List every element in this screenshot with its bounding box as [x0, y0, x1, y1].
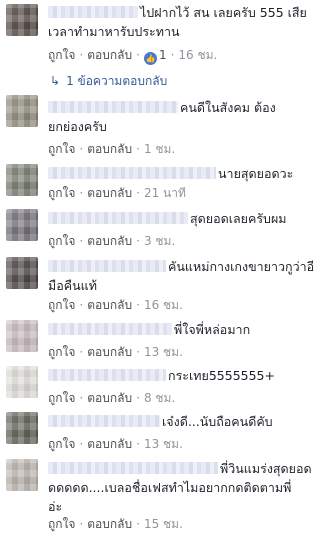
- avatar[interactable]: [6, 4, 38, 36]
- comment-time[interactable]: 3 ชม.: [144, 234, 175, 248]
- comment-actions: ถูกใจ · ตอบกลับ · 16 ชม.: [48, 298, 183, 312]
- comment-time[interactable]: 16 ชม.: [178, 48, 217, 62]
- avatar[interactable]: [6, 257, 38, 289]
- comment-text: พี่ใจพี่หล่อมาก: [174, 322, 251, 337]
- comment-text: เจ๋งดี...นับถือคนดีคับ: [162, 414, 273, 429]
- comment-actions: ถูกใจ · ตอบกลับ · 1 ชม.: [48, 142, 176, 156]
- comment-text-line: คนดีในสังคม ต้อง: [48, 98, 323, 117]
- like-link[interactable]: ถูกใจ: [48, 517, 75, 531]
- avatar[interactable]: [6, 459, 38, 491]
- comment-text: ไปฝากไว้ สน เลยครับ 555 เสีย: [140, 5, 307, 20]
- thumbs-up-icon[interactable]: 👍: [143, 52, 157, 65]
- comment-text-line: พี่ใจพี่หล่อมาก: [48, 320, 323, 339]
- avatar[interactable]: [6, 95, 38, 127]
- comment-text: คันแหม่กางเกงขายาวกูว่าอี: [168, 259, 315, 274]
- blurred-author-name[interactable]: [48, 6, 138, 18]
- comment-time[interactable]: 8 ชม.: [144, 391, 175, 405]
- comment-time[interactable]: 13 ชม.: [144, 345, 183, 359]
- comment-text-line: พี่วินแมร่งสุดยอด: [48, 459, 323, 478]
- comment-text: พี่วินแมร่งสุดยอด: [220, 461, 312, 476]
- reply-link[interactable]: ตอบกลับ: [87, 345, 132, 359]
- comment-text: คนดีในสังคม ต้อง: [180, 100, 276, 115]
- like-count[interactable]: 1: [159, 48, 167, 62]
- like-link[interactable]: ถูกใจ: [48, 298, 75, 312]
- blurred-author-name[interactable]: [48, 167, 216, 179]
- blurred-author-name[interactable]: [48, 415, 160, 427]
- comment-text: กระเทย5555555+: [168, 368, 275, 383]
- avatar[interactable]: [6, 209, 38, 241]
- comment-text-line: ยกย่องครับ: [48, 119, 107, 134]
- avatar[interactable]: [6, 164, 38, 196]
- comment-time[interactable]: 13 ชม.: [144, 437, 183, 451]
- like-link[interactable]: ถูกใจ: [48, 234, 75, 248]
- comment-text-line: คันแหม่กางเกงขายาวกูว่าอี: [48, 257, 323, 276]
- comment-text: นายสุดยอดวะ: [218, 166, 294, 181]
- blurred-author-name[interactable]: [48, 260, 166, 272]
- view-replies-link[interactable]: ↳ 1 ข้อความตอบกลับ: [50, 72, 167, 91]
- like-link[interactable]: ถูกใจ: [48, 345, 75, 359]
- comment-text-line: กระเทย5555555+: [48, 366, 323, 385]
- avatar[interactable]: [6, 366, 38, 398]
- like-link[interactable]: ถูกใจ: [48, 142, 75, 156]
- like-link[interactable]: ถูกใจ: [48, 186, 75, 200]
- reply-link[interactable]: ตอบกลับ: [87, 437, 132, 451]
- blurred-author-name[interactable]: [48, 323, 172, 335]
- comment-text-line: มือคืนแท้: [48, 278, 97, 293]
- blurred-author-name[interactable]: [48, 369, 166, 381]
- blurred-author-name[interactable]: [48, 462, 218, 474]
- comment-time[interactable]: 1 ชม.: [144, 142, 175, 156]
- comment-text-line: เวลาทำมาหารับประทาน: [48, 24, 180, 39]
- comment-time[interactable]: 15 ชม.: [144, 517, 183, 531]
- blurred-author-name[interactable]: [48, 212, 188, 224]
- avatar[interactable]: [6, 320, 38, 352]
- reply-link[interactable]: ตอบกลับ: [87, 391, 132, 405]
- comment-actions: ถูกใจ · ตอบกลับ · 13 ชม.: [48, 437, 183, 451]
- comment-text-line: อ่ะ: [48, 499, 63, 514]
- like-link[interactable]: ถูกใจ: [48, 391, 75, 405]
- comment-text-line: นายสุดยอดวะ: [48, 164, 323, 183]
- comment-text-line: ไปฝากไว้ สน เลยครับ 555 เสีย: [48, 3, 323, 22]
- comment-actions: ถูกใจ · ตอบกลับ · 3 ชม.: [48, 234, 176, 248]
- comment-actions: ถูกใจ · ตอบกลับ · 21 นาที: [48, 186, 186, 200]
- comment-actions: ถูกใจ · ตอบกลับ · 8 ชม.: [48, 391, 176, 405]
- comment-actions: ถูกใจ · ตอบกลับ · 👍 1 · 16 ชม.: [48, 48, 218, 65]
- reply-link[interactable]: ตอบกลับ: [87, 234, 132, 248]
- blurred-author-name[interactable]: [48, 101, 178, 113]
- reply-link[interactable]: ตอบกลับ: [87, 48, 132, 62]
- comment-text-line: ดดดดด....เบลอชื่อเฟสทำไมอยากกดติดตามพี่: [48, 480, 292, 495]
- comment-time[interactable]: 16 ชม.: [144, 298, 183, 312]
- avatar[interactable]: [6, 412, 38, 444]
- comment-text: สุดยอดเลยครับผม: [190, 211, 287, 226]
- reply-link[interactable]: ตอบกลับ: [87, 517, 132, 531]
- like-link[interactable]: ถูกใจ: [48, 437, 75, 451]
- reply-arrow-icon: ↳: [50, 74, 61, 88]
- reply-link[interactable]: ตอบกลับ: [87, 142, 132, 156]
- like-link[interactable]: ถูกใจ: [48, 48, 75, 62]
- comment-actions: ถูกใจ · ตอบกลับ · 13 ชม.: [48, 345, 183, 359]
- comment-text-line: เจ๋งดี...นับถือคนดีคับ: [48, 412, 323, 431]
- comment-text-line: สุดยอดเลยครับผม: [48, 209, 323, 228]
- reply-link[interactable]: ตอบกลับ: [87, 298, 132, 312]
- comment-actions: ถูกใจ · ตอบกลับ · 15 ชม.: [48, 517, 183, 531]
- comment-time[interactable]: 21 นาที: [144, 186, 186, 200]
- replies-label[interactable]: 1 ข้อความตอบกลับ: [66, 74, 167, 88]
- reply-link[interactable]: ตอบกลับ: [87, 186, 132, 200]
